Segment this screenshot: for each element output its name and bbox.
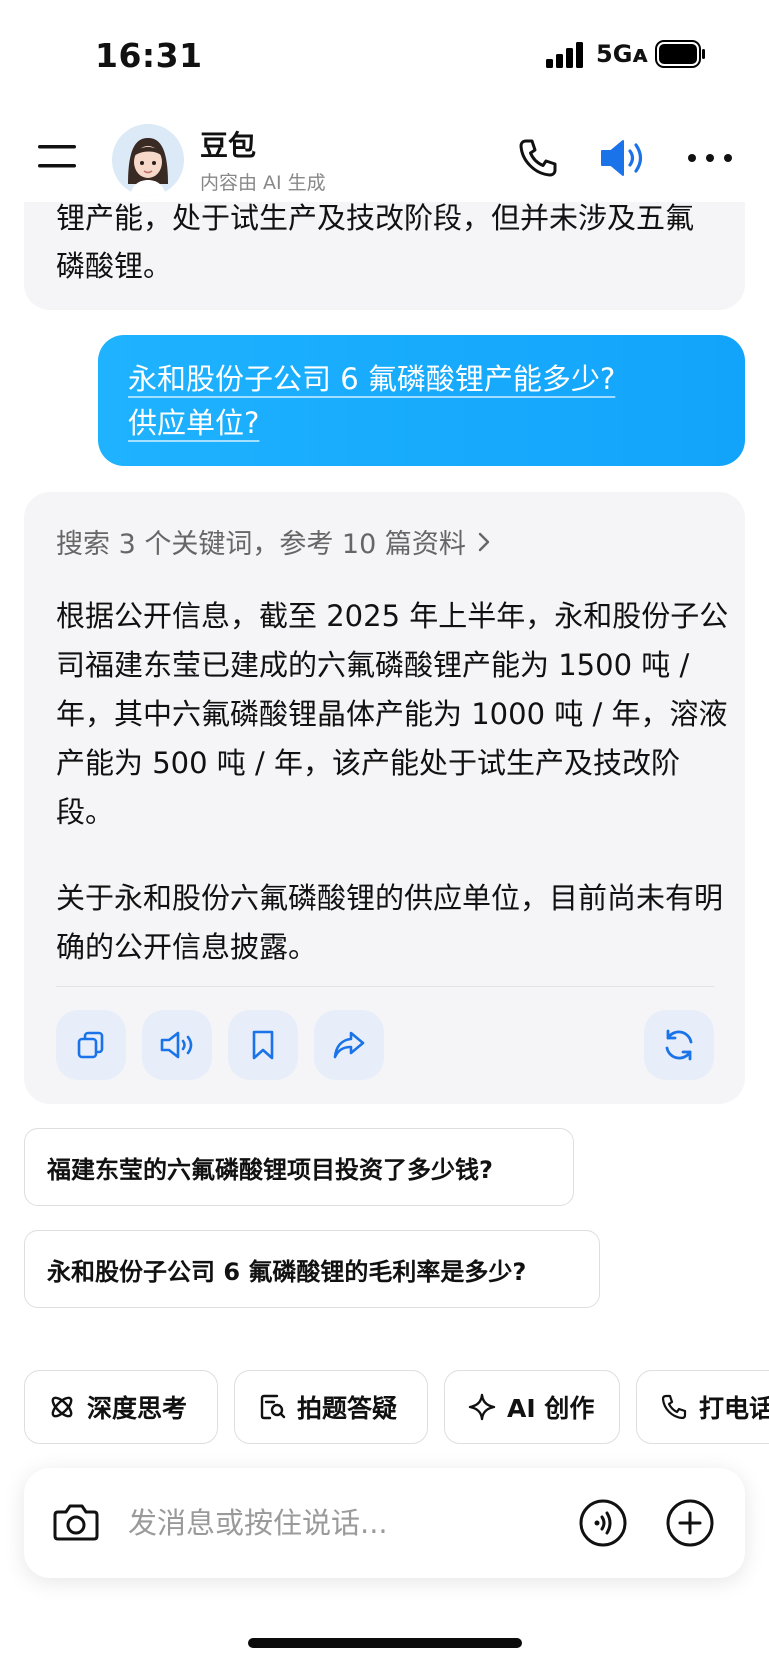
phone-icon — [661, 1394, 687, 1420]
divider — [56, 986, 714, 987]
voice-input-icon[interactable] — [578, 1498, 628, 1548]
copy-button[interactable] — [56, 1010, 126, 1080]
camera-icon[interactable] — [52, 1500, 100, 1544]
search-references-text: 搜索 3 个关键词，参考 10 篇资料 — [56, 529, 466, 560]
chevron-right-icon — [478, 532, 490, 551]
sparkle-icon — [468, 1393, 496, 1421]
user-message-line2: 供应单位? — [128, 406, 260, 440]
previous-ai-message-text: 锂产能，处于试生产及技改阶段，但并未涉及五氟磷酸锂。 — [56, 201, 695, 283]
atom-icon — [51, 1396, 73, 1418]
answer-paragraph: 关于永和股份六氟磷酸锂的供应单位，目前尚未有明确的公开信息披露。 — [56, 881, 724, 964]
add-attachment-icon[interactable] — [665, 1498, 715, 1548]
ai-answer-card: 搜索 3 个关键词，参考 10 篇资料 根据公开信息，截至 2025 年上半年，… — [24, 492, 745, 1104]
share-forward-icon — [333, 1031, 365, 1059]
avatar[interactable] — [112, 124, 184, 196]
chip-label: 打电话 — [699, 1394, 769, 1423]
message-input-bar — [24, 1468, 745, 1578]
user-message-text: 永和股份子公司 6 氟磷酸锂产能多少? 供应单位? — [128, 357, 703, 445]
read-aloud-button[interactable] — [142, 1010, 212, 1080]
phone-call-icon[interactable] — [516, 136, 560, 180]
regenerate-button[interactable] — [644, 1010, 714, 1080]
chip-label: 深度思考 — [87, 1394, 188, 1423]
chip-ai-create[interactable]: AI 创作 — [444, 1370, 620, 1444]
home-indicator[interactable] — [248, 1638, 522, 1648]
bookmark-icon — [252, 1030, 274, 1060]
status-bar: 16:31 5Gᴀ — [0, 0, 769, 110]
chip-phone-call[interactable]: 打电话 — [636, 1370, 769, 1444]
chip-photo-question[interactable]: 拍题答疑 — [234, 1370, 428, 1444]
suggested-question[interactable]: 福建东莹的六氟磷酸锂项目投资了多少钱? — [24, 1128, 574, 1206]
speaker-icon — [160, 1031, 193, 1059]
chip-label: 拍题答疑 — [297, 1394, 398, 1423]
bot-name: 豆包 — [200, 129, 257, 162]
cellular-signal-icon — [546, 42, 583, 68]
status-time: 16:31 — [95, 36, 203, 75]
bookmark-button[interactable] — [228, 1010, 298, 1080]
share-button[interactable] — [314, 1010, 384, 1080]
copy-icon — [77, 1031, 104, 1059]
battery-icon — [655, 40, 705, 68]
suggested-question[interactable]: 永和股份子公司 6 氟磷酸锂的毛利率是多少? — [24, 1230, 600, 1308]
menu-icon[interactable] — [36, 136, 82, 176]
speaker-on-icon[interactable] — [598, 136, 648, 180]
ai-generated-notice: 内容由 AI 生成 — [200, 172, 326, 194]
scan-question-icon — [260, 1394, 286, 1420]
chat-header: 豆包 内容由 AI 生成 — [0, 110, 769, 202]
user-message-line1: 永和股份子公司 6 氟磷酸锂产能多少? — [128, 362, 616, 396]
user-message[interactable]: 永和股份子公司 6 氟磷酸锂产能多少? 供应单位? — [98, 335, 745, 466]
chip-deep-thinking[interactable]: 深度思考 — [24, 1370, 218, 1444]
network-type: 5Gᴀ — [596, 40, 649, 68]
message-input[interactable] — [128, 1500, 548, 1546]
search-references-link[interactable]: 搜索 3 个关键词，参考 10 篇资料 — [56, 522, 494, 561]
avatar-portrait-icon — [112, 124, 184, 196]
answer-paragraph: 根据公开信息，截至 2025 年上半年，永和股份子公司福建东莹已建成的六氟磷酸锂… — [56, 599, 729, 829]
refresh-icon — [665, 1029, 693, 1061]
chip-label: AI 创作 — [507, 1394, 595, 1423]
more-options-icon[interactable] — [686, 146, 734, 170]
